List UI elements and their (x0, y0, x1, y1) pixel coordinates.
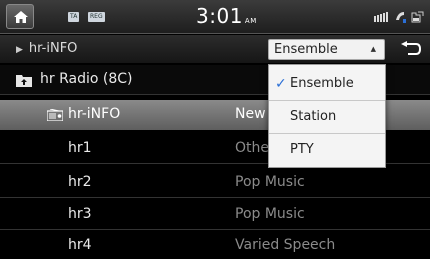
list-type-dropdown[interactable]: Ensemble ▲ (268, 39, 385, 60)
station-genre: Pop Music (235, 174, 305, 190)
radio-icon (47, 109, 63, 121)
dropdown-value: Ensemble (274, 42, 338, 57)
station-name: hr1 (68, 140, 92, 156)
menu-item-label: Station (290, 109, 337, 124)
source-label: hr-iNFO (28, 41, 78, 56)
station-name: hr-iNFO (68, 106, 121, 122)
station-name: hr4 (68, 237, 92, 253)
chevron-right-icon: ▶ (16, 45, 23, 55)
back-icon[interactable] (400, 41, 422, 57)
menu-item-station[interactable]: Station (269, 100, 385, 134)
station-row[interactable]: hr4 Varied Speech (0, 231, 430, 259)
home-button[interactable] (6, 4, 34, 29)
ta-badge: TA (68, 12, 80, 22)
list-type-menu: ✓ Ensemble Station PTY (268, 64, 386, 168)
checkmark-icon: ✓ (275, 76, 287, 92)
menu-item-pty[interactable]: PTY (269, 133, 385, 167)
station-genre: Varied Speech (235, 237, 336, 253)
menu-item-label: PTY (290, 142, 314, 157)
home-icon (14, 11, 28, 23)
station-genre: New (235, 106, 266, 122)
caret-up-icon: ▲ (370, 45, 376, 53)
station-genre: Pop Music (235, 206, 305, 222)
folder-label: hr Radio (8C) (40, 71, 133, 87)
menu-item-ensemble[interactable]: ✓ Ensemble (269, 67, 385, 101)
status-icons (374, 11, 424, 23)
battery-icon (411, 11, 424, 23)
station-genre: Othe (235, 140, 269, 156)
station-name: hr3 (68, 206, 92, 222)
clock-time: 3:01 (196, 4, 243, 28)
station-name: hr2 (68, 174, 92, 190)
station-row[interactable]: hr3 Pop Music (0, 200, 430, 230)
status-bar: TA REG 3:01 AM (0, 0, 430, 34)
folder-up-icon (16, 75, 32, 87)
station-row[interactable]: hr2 Pop Music (0, 168, 430, 198)
phone-icon (396, 12, 406, 23)
reg-badge: REG (88, 12, 105, 22)
source-bar: ▶ hr-iNFO Ensemble ▲ (0, 35, 430, 63)
source-breadcrumb[interactable]: ▶ hr-iNFO (16, 41, 77, 56)
clock: 3:01 AM (196, 4, 257, 28)
menu-item-label: Ensemble (290, 76, 354, 91)
clock-ampm: AM (244, 17, 257, 25)
signal-icon (374, 12, 388, 22)
